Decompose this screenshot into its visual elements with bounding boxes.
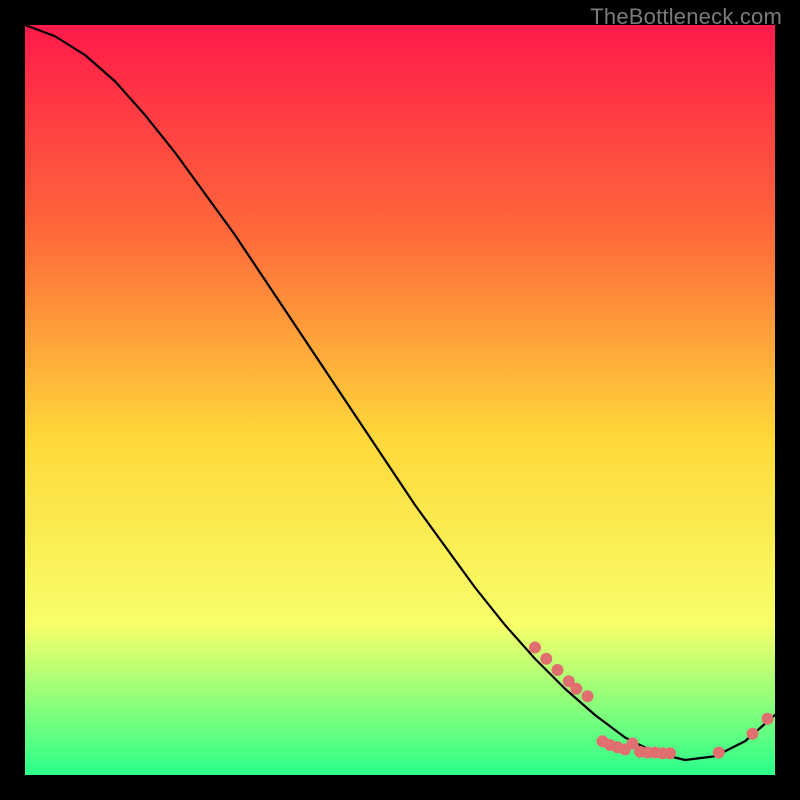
gradient-background: [25, 25, 775, 775]
data-marker: [713, 747, 725, 759]
chart-frame: TheBottleneck.com: [0, 0, 800, 800]
data-marker: [747, 728, 759, 740]
data-marker: [540, 653, 552, 665]
data-marker: [582, 690, 594, 702]
data-marker: [552, 664, 564, 676]
data-marker: [529, 642, 541, 654]
data-marker: [664, 747, 676, 759]
data-marker: [570, 683, 582, 695]
data-marker: [762, 713, 774, 725]
chart-plot: [25, 25, 775, 775]
